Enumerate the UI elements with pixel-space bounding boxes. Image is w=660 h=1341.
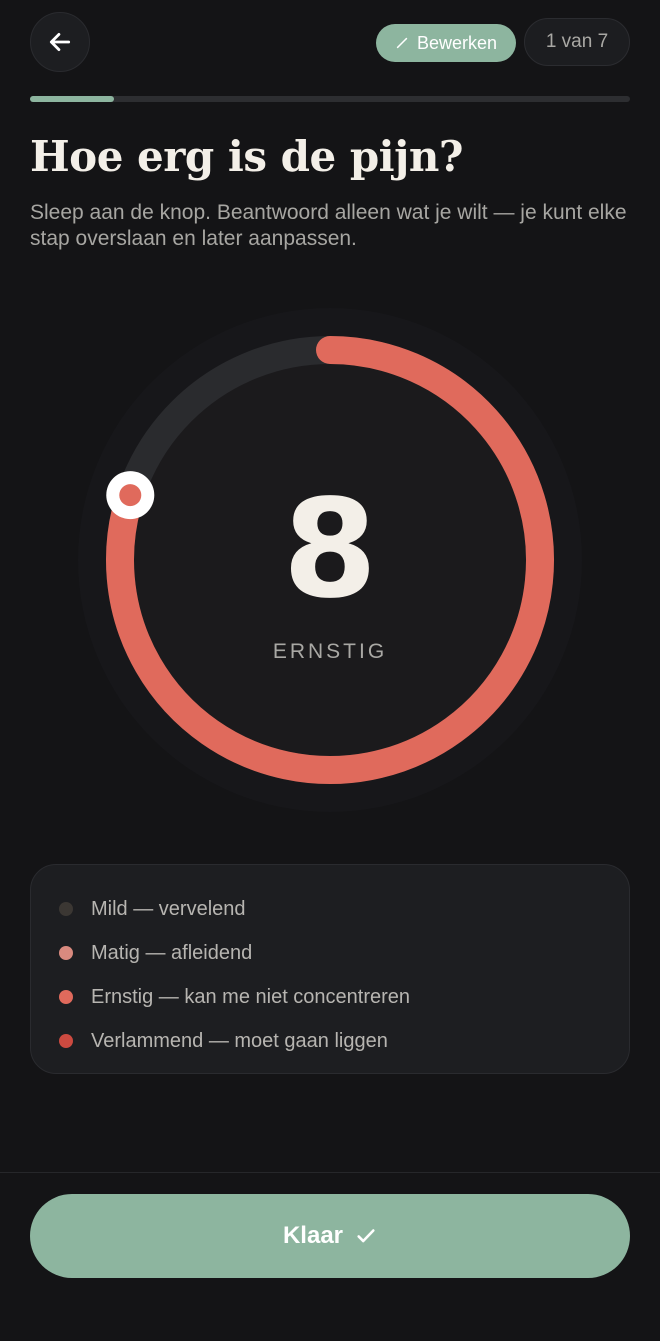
legend-label: Mild — vervelend <box>91 897 246 920</box>
pain-severity-screen: Bewerken 1 van 7 Hoe erg is de pijn? Sle… <box>0 0 660 1341</box>
legend-label: Matig — afleidend <box>91 941 253 964</box>
severity-dial[interactable]: 8 ERNSTIG <box>78 308 582 812</box>
page-title: Hoe erg is de pijn? <box>30 132 463 181</box>
progress-fill <box>30 96 114 102</box>
done-button-label: Klaar <box>282 1222 344 1249</box>
pencil-icon <box>396 37 408 49</box>
legend-dot <box>59 902 73 916</box>
arrow-left-icon <box>49 33 71 51</box>
legend-item: Mild — vervelend <box>31 887 629 931</box>
edit-button-label: Bewerken <box>416 32 498 53</box>
step-indicator: 1 van 7 <box>524 18 630 66</box>
severity-legend: Mild — vervelend Matig — afleidend Ernstig… <box>30 864 630 1074</box>
edit-button[interactable]: Bewerken <box>376 24 516 62</box>
legend-item: Verlammend — moet gaan liggen <box>31 1019 629 1063</box>
legend-dot <box>59 946 73 960</box>
legend-dot <box>59 1034 73 1048</box>
legend-label: Verlammend — moet gaan liggen <box>91 1029 388 1052</box>
page-subtitle: Sleep aan de knop. Beantwoord alleen wat… <box>30 201 627 250</box>
legend-item: Matig — afleidend <box>31 931 629 975</box>
footer-divider <box>0 1172 660 1173</box>
legend-dot <box>59 990 73 1004</box>
legend-item: Ernstig — kan me niet concentreren <box>31 975 629 1019</box>
done-button[interactable]: Klaar <box>30 1194 630 1278</box>
step-indicator-label: 1 van 7 <box>545 31 609 52</box>
dial-knob-dot <box>119 484 142 507</box>
legend-label: Ernstig — kan me niet concentreren <box>91 985 411 1008</box>
progress-bar <box>30 96 630 102</box>
dial-knob[interactable] <box>106 471 155 520</box>
severity-value: 8 <box>283 471 378 629</box>
check-icon <box>357 1229 375 1243</box>
severity-label: ERNSTIG <box>273 640 387 663</box>
back-button[interactable] <box>30 12 90 72</box>
